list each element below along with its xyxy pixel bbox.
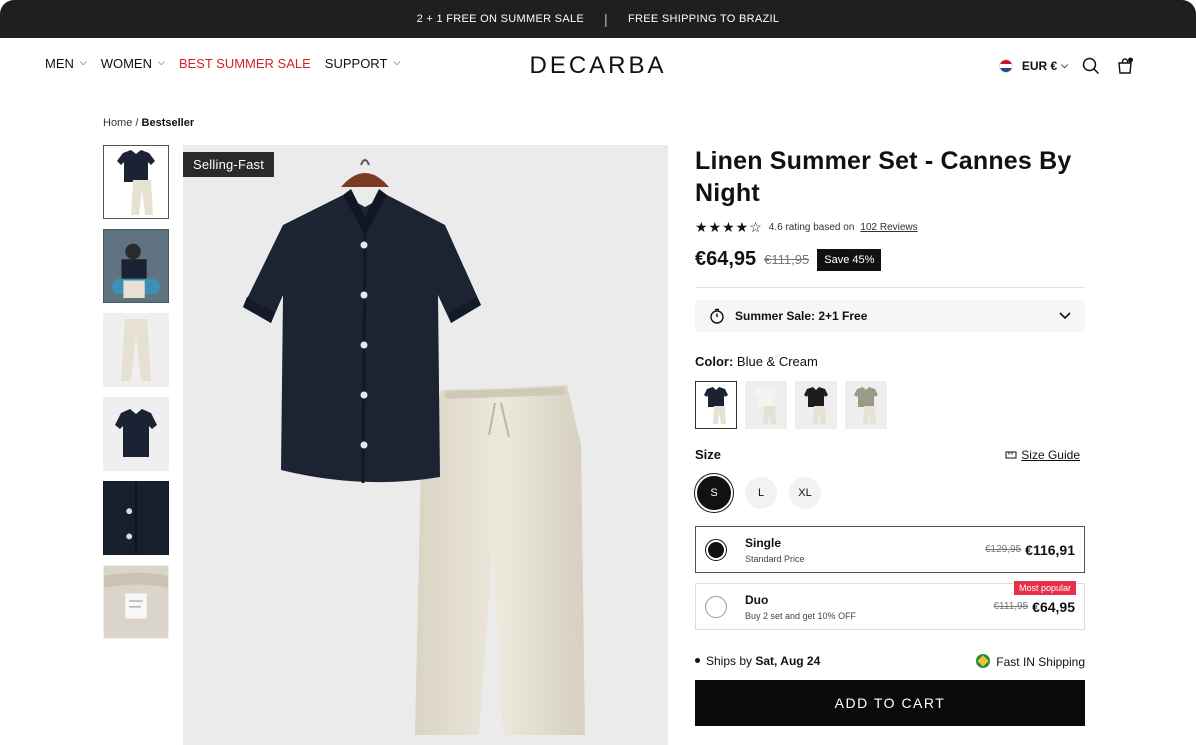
thumbnail-outfit[interactable]: [103, 145, 169, 219]
breadcrumb-separator: /: [135, 117, 139, 129]
main-nav: MEN ⌵ WOMEN ⌵ BEST SUMMER SALE SUPPORT ⌵…: [0, 38, 1196, 94]
thumbnail-label-detail[interactable]: [103, 565, 169, 639]
bullet-icon: [695, 658, 700, 663]
size-s[interactable]: S: [695, 474, 733, 512]
single-price: €129,95 €116,91: [985, 542, 1075, 558]
duo-new-price: €64,95: [1032, 598, 1075, 615]
main-product-image[interactable]: Selling-Fast: [183, 145, 668, 745]
size-label: Size: [695, 447, 722, 462]
single-text: Single Standard Price: [745, 536, 985, 564]
thumbnail-gallery: [103, 145, 173, 649]
product-title: Linen Summer Set - Cannes By Night: [695, 147, 1072, 207]
radio-single[interactable]: [705, 538, 727, 561]
cart-button[interactable]: [1114, 55, 1136, 77]
ruler-icon: [1005, 451, 1017, 458]
breadcrumb-home[interactable]: Home: [103, 117, 132, 129]
color-swatches: [695, 381, 1085, 429]
product-outfit-illustration: [243, 159, 585, 735]
single-old-price: €129,95: [985, 544, 1022, 555]
duo-sub: Buy 2 set and get 10% OFF: [745, 610, 857, 621]
duo-name: Duo: [745, 592, 769, 607]
brazil-flag-icon: [976, 654, 991, 668]
single-new-price: €116,91: [1025, 541, 1075, 558]
bundle-option-single[interactable]: Single Standard Price €129,95 €116,91: [695, 526, 1085, 573]
size-l[interactable]: L: [745, 477, 777, 509]
color-label-key: Color:: [695, 354, 734, 369]
size-options: S L XL: [695, 474, 1085, 512]
currency-selector[interactable]: EUR € ⌵: [998, 59, 1068, 73]
swatch-white-cream[interactable]: [745, 381, 787, 429]
add-to-cart-button[interactable]: ADD TO CART: [695, 680, 1085, 726]
fast-shipping: Fast IN Shipping: [976, 654, 1085, 669]
fast-shipping-label: Fast IN Shipping: [996, 655, 1085, 669]
chevron-down-icon: [1059, 312, 1071, 320]
breadcrumb-current: Bestseller: [141, 117, 195, 129]
cart-icon: [1118, 57, 1133, 74]
announcement-bar: 2 + 1 FREE ON SUMMER SALE | FREE SHIPPIN…: [0, 0, 1196, 38]
summer-sale-accordion[interactable]: Summer Sale: 2+1 Free: [695, 300, 1085, 332]
ships-by-label: Ships by: [706, 654, 753, 668]
size-guide-link[interactable]: Size Guide: [1005, 448, 1080, 462]
thumbnail-shirt-detail[interactable]: [103, 481, 169, 555]
page: 2 + 1 FREE ON SUMMER SALE | FREE SHIPPIN…: [0, 0, 1196, 745]
swatch-olive-cream[interactable]: [845, 381, 887, 429]
product-panel: Linen Summer Set - Cannes By Night ★★★★☆…: [695, 145, 1085, 726]
bundle-option-duo[interactable]: Most popular Duo Buy 2 set and get 10% O…: [695, 581, 1085, 630]
price-row: €64,95 €111,95 Save 45%: [695, 248, 1085, 271]
shipping-row: Ships by Sat, Aug 24 Fast IN Shipping: [695, 654, 1085, 669]
rating-row: ★★★★☆ 4.6 rating based on 102 Reviews: [695, 219, 1085, 236]
selling-fast-badge: Selling-Fast: [183, 152, 275, 177]
ships-by: Ships by Sat, Aug 24: [695, 654, 820, 669]
announcement-right: FREE SHIPPING TO BRAZIL: [627, 13, 780, 25]
single-name: Single: [745, 535, 782, 550]
breadcrumb: Home / Bestseller: [103, 117, 194, 129]
announcement-left: 2 + 1 FREE ON SUMMER SALE: [416, 13, 585, 25]
current-price: €64,95: [695, 248, 757, 270]
color-value: Blue & Cream: [736, 354, 818, 369]
netherlands-flag-icon: [998, 59, 1013, 73]
size-guide-label: Size Guide: [1021, 447, 1080, 462]
currency-label: EUR €: [1021, 59, 1058, 73]
star-rating-icon: ★★★★☆: [695, 219, 763, 235]
duo-text: Duo Buy 2 set and get 10% OFF: [745, 593, 994, 621]
thumbnail-lifestyle[interactable]: [103, 229, 169, 303]
radio-duo[interactable]: [705, 595, 727, 618]
duo-price: €111,95 €64,95: [994, 599, 1076, 615]
single-sub: Standard Price: [745, 553, 805, 564]
thumbnail-shirt[interactable]: [103, 397, 169, 471]
announcement-separator: |: [604, 11, 608, 27]
ship-date: Sat, Aug 24: [755, 654, 821, 668]
chevron-down-icon: ⌵: [1061, 59, 1068, 70]
rating-text: 4.6 rating based on: [768, 222, 855, 233]
swatch-blue-cream[interactable]: [695, 381, 737, 429]
accordion-label: Summer Sale: 2+1 Free: [735, 309, 868, 323]
swatch-black-cream[interactable]: [795, 381, 837, 429]
color-label: Color: Blue & Cream: [695, 354, 1085, 369]
duo-old-price: €111,95: [993, 601, 1029, 612]
reviews-link[interactable]: 102 Reviews: [860, 222, 917, 233]
most-popular-badge: Most popular: [1013, 581, 1076, 595]
size-row: Size Size Guide: [695, 447, 1085, 462]
timer-icon: [710, 308, 724, 324]
save-badge: Save 45%: [817, 248, 882, 271]
search-icon: [1082, 57, 1100, 75]
original-price: €111,95: [764, 252, 810, 267]
search-button[interactable]: [1080, 55, 1102, 77]
divider: [695, 287, 1085, 288]
nav-actions: EUR € ⌵: [998, 55, 1136, 77]
size-xl[interactable]: XL: [789, 477, 821, 509]
thumbnail-pants[interactable]: [103, 313, 169, 387]
